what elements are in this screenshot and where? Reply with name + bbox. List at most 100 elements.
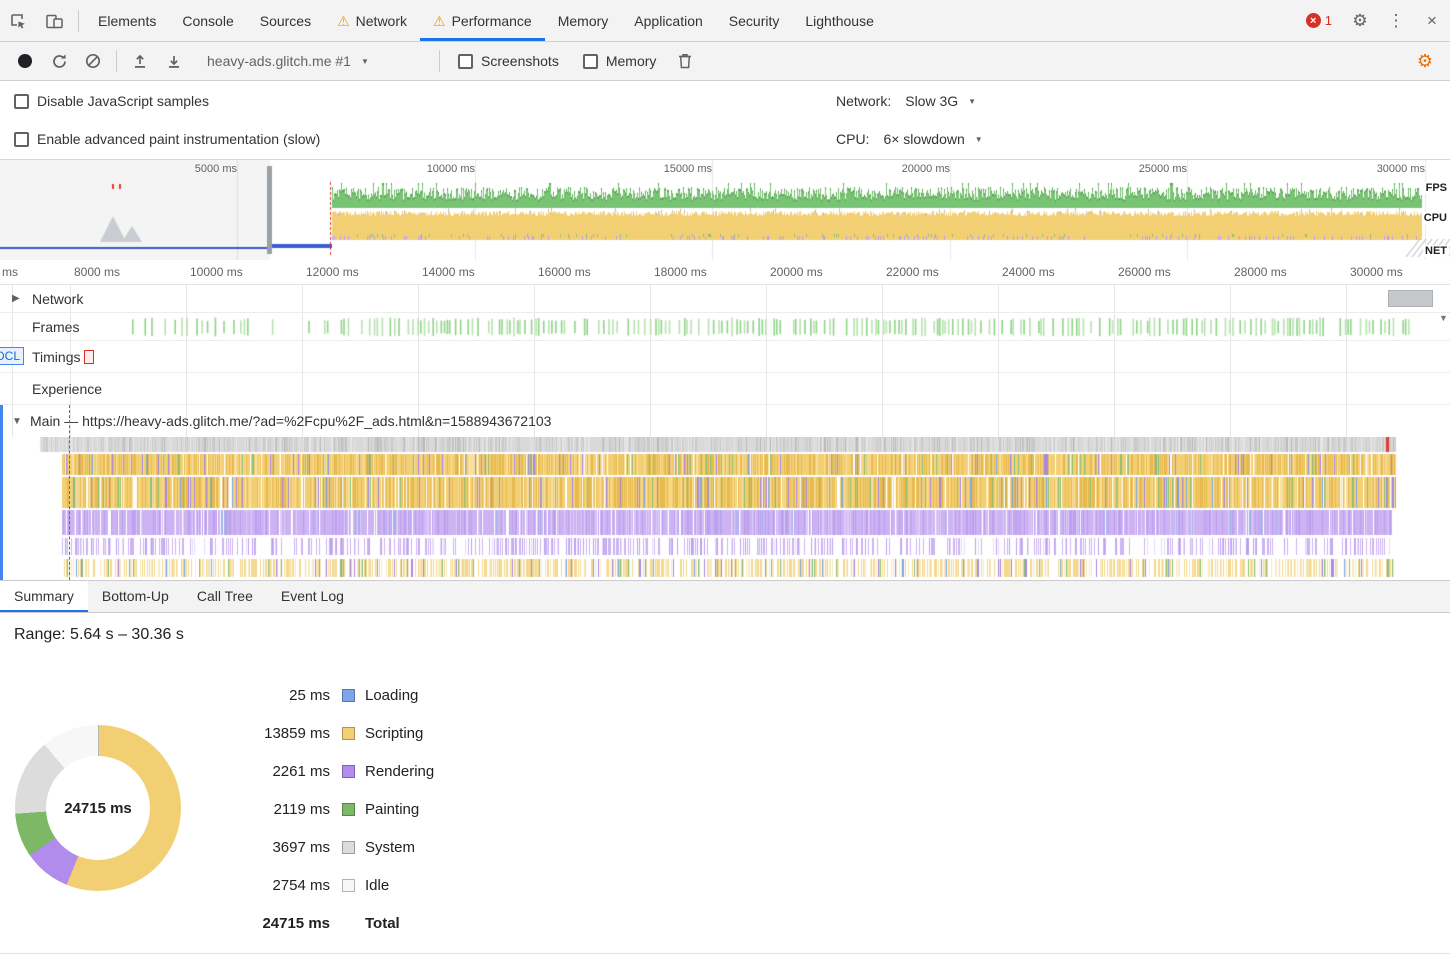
tab-summary[interactable]: Summary	[0, 581, 88, 612]
reload-and-record-button[interactable]	[42, 46, 76, 76]
overview-fps-label: FPS	[1424, 182, 1449, 194]
device-toolbar-icon[interactable]	[36, 0, 72, 41]
dtab-label: Event Log	[281, 588, 344, 604]
capture-settings: Disable JavaScript samples Network: Slow…	[0, 81, 1450, 160]
record-button[interactable]	[8, 46, 42, 76]
tab-call-tree[interactable]: Call Tree	[183, 581, 267, 612]
legend-value: 2119 ms	[182, 801, 330, 818]
tab-label: Elements	[98, 13, 156, 29]
record-icon	[18, 54, 32, 68]
flame-canvas[interactable]	[0, 437, 1450, 580]
performance-toolbar: heavy-ads.glitch.me #1 ▼ Screenshots Mem…	[0, 42, 1450, 81]
track-network[interactable]: ▶ Network	[0, 285, 1450, 313]
tab-network[interactable]: ⚠ Network	[324, 0, 420, 41]
tab-event-log[interactable]: Event Log	[267, 581, 358, 612]
save-profile-button[interactable]	[157, 46, 191, 76]
expander-expanded-icon[interactable]: ▼	[12, 416, 22, 427]
device-glyph	[45, 12, 64, 30]
settings-gear-icon[interactable]: ⚙	[1342, 0, 1378, 41]
ruler-tick: 14000 ms	[422, 265, 475, 279]
track-experience[interactable]: Experience	[0, 373, 1450, 405]
advanced-paint-checkbox[interactable]: Enable advanced paint instrumentation (s…	[14, 131, 320, 147]
legend-value: 13859 ms	[182, 725, 330, 742]
legend-label: Idle	[365, 877, 389, 894]
tab-label: Sources	[260, 13, 311, 29]
track-main-header[interactable]: ▼ Main — https://heavy-ads.glitch.me/?ad…	[0, 405, 1450, 437]
tab-lighthouse[interactable]: Lighthouse	[792, 0, 887, 41]
tab-memory[interactable]: Memory	[545, 0, 622, 41]
tab-performance[interactable]: ⚠ Performance	[420, 0, 545, 41]
donut-center: 24715 ms	[46, 756, 150, 860]
tab-security[interactable]: Security	[716, 0, 793, 41]
overview-tick: 20000 ms	[872, 163, 950, 175]
tab-label: Memory	[558, 13, 609, 29]
separator	[78, 10, 79, 32]
separator	[439, 50, 440, 72]
ruler-tick: 22000 ms	[886, 265, 939, 279]
overview-tick: 30000 ms	[1347, 163, 1425, 175]
network-request-block[interactable]	[1388, 290, 1433, 307]
tab-elements[interactable]: Elements	[85, 0, 169, 41]
ruler-tick: 20000 ms	[770, 265, 823, 279]
tab-label: Lighthouse	[805, 13, 874, 29]
devtools-tabbar: Elements Console Sources ⚠ Network ⚠ Per…	[0, 0, 1450, 42]
memory-checkbox[interactable]: Memory	[583, 53, 657, 69]
scroll-down-icon[interactable]: ▼	[1439, 313, 1448, 580]
legend-label: Painting	[365, 801, 419, 818]
dcl-marker[interactable]: DCL	[0, 347, 24, 365]
tab-console[interactable]: Console	[169, 0, 246, 41]
warning-icon: ⚠	[337, 14, 350, 28]
track-experience-label: Experience	[32, 381, 102, 397]
error-count: 1	[1325, 13, 1332, 28]
timeline-overview[interactable]: 5000 ms 10000 ms 15000 ms 20000 ms 25000…	[0, 160, 1450, 260]
legend-swatch-system	[342, 841, 355, 854]
console-error-badge[interactable]: × 1	[1306, 13, 1332, 28]
cpu-throttle-select[interactable]: 6× slowdown ▼	[883, 131, 982, 147]
legend-row-scripting: 13859 ms Scripting	[182, 714, 434, 752]
selected-track-indicator	[0, 405, 3, 580]
screenshots-checkbox[interactable]: Screenshots	[458, 53, 559, 69]
capture-settings-gear-icon[interactable]: ⚙	[1408, 46, 1442, 76]
load-profile-button[interactable]	[123, 46, 157, 76]
tab-application[interactable]: Application	[621, 0, 716, 41]
separator	[116, 50, 117, 72]
expander-collapsed-icon[interactable]: ▶	[12, 293, 20, 304]
legend-swatch-painting	[342, 803, 355, 816]
pane-bottom-divider	[0, 953, 1450, 954]
legend-row-painting: 2119 ms Painting	[182, 790, 434, 828]
timings-red-marker[interactable]	[84, 350, 94, 364]
network-throttle-select[interactable]: Slow 3G ▼	[905, 93, 976, 109]
disable-js-samples-checkbox[interactable]: Disable JavaScript samples	[14, 93, 209, 109]
ruler-tick: 18000 ms	[654, 265, 707, 279]
track-timings-label: Timings	[32, 349, 81, 365]
legend-label: Scripting	[365, 725, 423, 742]
warning-icon: ⚠	[433, 14, 446, 28]
track-frames[interactable]: Frames	[0, 313, 1450, 341]
garbage-collect-button[interactable]	[668, 46, 702, 76]
timeline-panel[interactable]: ms 8000 ms 10000 ms 12000 ms 14000 ms 16…	[0, 260, 1450, 580]
legend-value: 2754 ms	[182, 877, 330, 894]
legend-swatch-scripting	[342, 727, 355, 740]
tab-label: Security	[729, 13, 780, 29]
overview-tick: 25000 ms	[1109, 163, 1187, 175]
tab-bottom-up[interactable]: Bottom-Up	[88, 581, 183, 612]
kebab-menu-icon[interactable]: ⋮	[1378, 0, 1414, 41]
summary-legend: 25 ms Loading 13859 ms Scripting 2261 ms…	[182, 676, 434, 942]
ruler-tick: ms	[2, 265, 18, 279]
track-timings[interactable]: DCL Timings	[0, 341, 1450, 373]
timeline-tracks: ▶ Network Frames DCL Timings Experience …	[0, 285, 1450, 437]
clear-button[interactable]	[76, 46, 110, 76]
network-throttle-value: Slow 3G	[905, 93, 958, 109]
ruler-tick: 26000 ms	[1118, 265, 1171, 279]
tab-sources[interactable]: Sources	[247, 0, 324, 41]
screenshots-label: Screenshots	[481, 53, 559, 69]
inspect-element-icon[interactable]	[0, 0, 36, 41]
donut-total-label: 24715 ms	[64, 800, 132, 817]
timeline-scrollbar[interactable]: ▼	[1437, 285, 1450, 580]
summary-range: Range: 5.64 s – 30.36 s	[0, 613, 1450, 644]
profile-select[interactable]: heavy-ads.glitch.me #1 ▼	[197, 53, 427, 69]
main-flame-chart[interactable]	[0, 437, 1450, 580]
overview-canvas[interactable]	[0, 160, 1450, 260]
cpu-throttle-group: CPU: 6× slowdown ▼	[836, 131, 983, 147]
close-devtools-icon[interactable]: ×	[1414, 0, 1450, 41]
